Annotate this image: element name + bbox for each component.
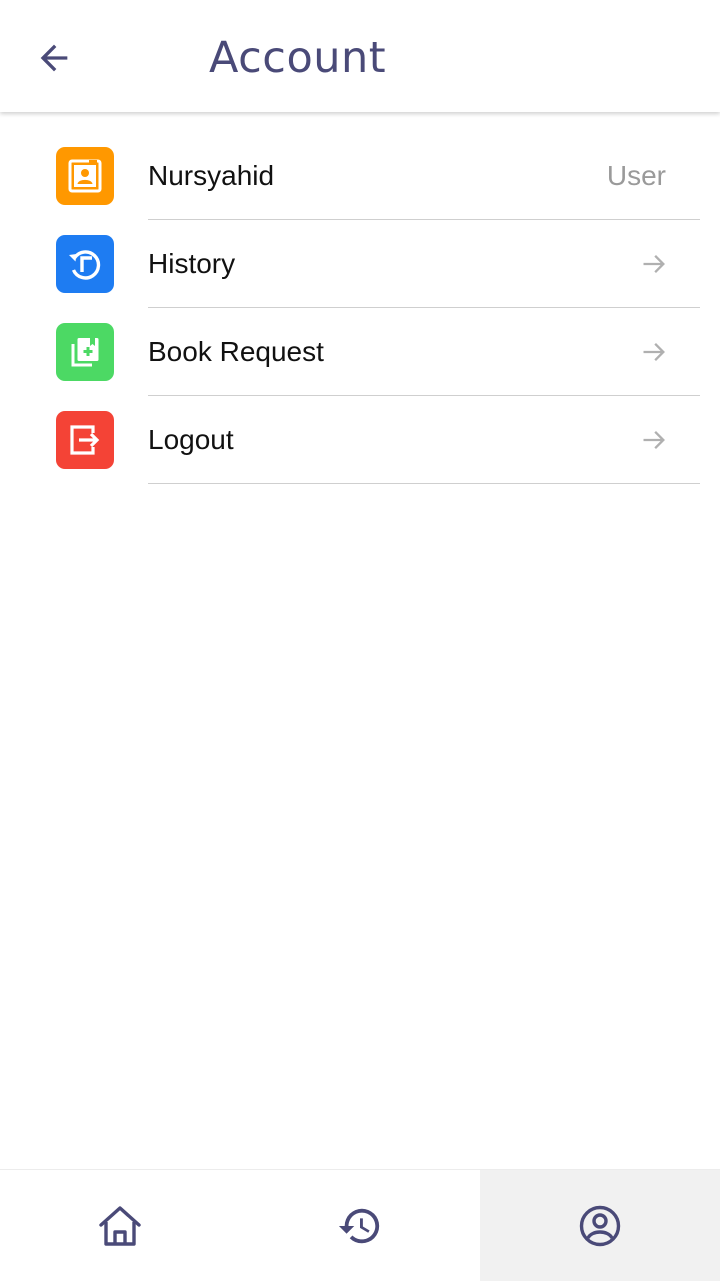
back-button[interactable] [26,30,82,86]
nav-tab-account[interactable] [480,1170,720,1281]
menu-label-history: History [148,248,236,279]
history-icon [338,1208,380,1243]
nav-tab-history[interactable] [240,1170,480,1281]
home-icon [99,1205,141,1246]
arrow-right-icon [643,343,665,361]
menu-label-book-request: Book Request [148,336,324,367]
history-icon [56,235,114,293]
arrow-left-icon [40,44,68,72]
library-add-icon [56,323,114,381]
menu-item-history[interactable]: History [0,220,720,308]
menu-label-logout: Logout [148,424,234,455]
exit-icon [56,411,114,469]
app-bar: Account [0,0,720,112]
bottom-navigation [0,1169,720,1281]
user-role-text: User [606,160,666,191]
account-menu: Nursyahid User History Book Request Logo… [0,132,720,484]
divider [148,483,700,484]
menu-item-logout[interactable]: Logout [0,396,720,484]
menu-item-profile[interactable]: Nursyahid User [0,132,720,220]
arrow-right-icon [643,431,665,449]
contact-card-icon [56,147,114,205]
page-title: Account [209,33,387,83]
arrow-right-icon [643,255,665,273]
menu-item-book-request[interactable]: Book Request [0,308,720,396]
menu-label-username: Nursyahid [148,160,275,191]
nav-tab-home[interactable] [0,1170,240,1281]
account-circle-icon [579,1205,621,1246]
